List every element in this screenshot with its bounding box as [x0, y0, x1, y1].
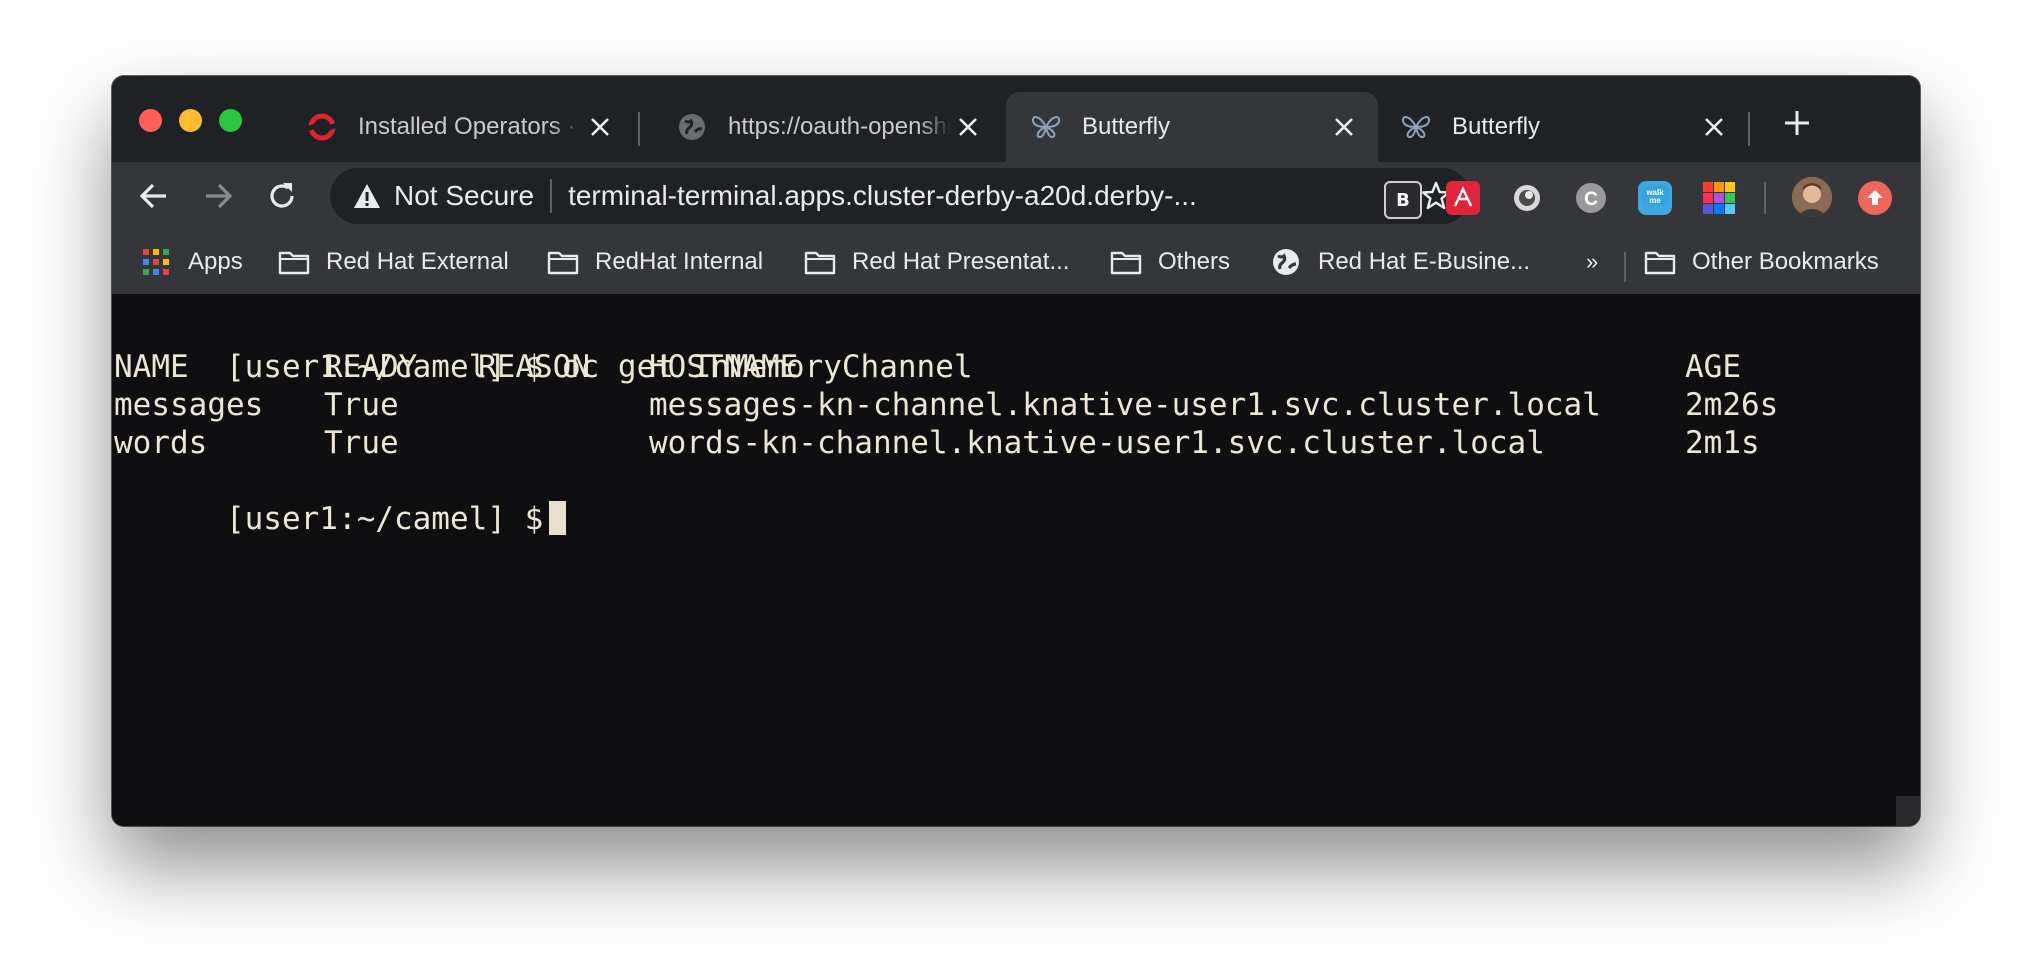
bookmarks-separator	[1624, 252, 1626, 282]
table-header-row: NAME READY REASON HOSTNAME AGE	[114, 348, 1894, 386]
tab-separator	[1748, 112, 1750, 146]
warning-icon	[352, 181, 382, 211]
cell-name: messages	[114, 387, 264, 423]
bookmark-label: Red Hat Presentat...	[852, 248, 1070, 275]
bookmark-label: Other Bookmarks	[1692, 248, 1879, 275]
c-extension-icon[interactable]: C	[1574, 181, 1608, 215]
address-bar[interactable]: Not Secure terminal-terminal.apps.cluste…	[330, 168, 1470, 224]
tab-separator	[638, 112, 640, 146]
globe-icon	[1270, 248, 1302, 276]
tab-title: Butterfly	[1452, 113, 1541, 140]
toolbar-separator	[1764, 182, 1766, 214]
arrow-right-icon	[206, 183, 233, 209]
url-text[interactable]: terminal-terminal.apps.cluster-derby-a20…	[568, 180, 1278, 212]
column-header-name: NAME	[114, 349, 189, 385]
terminal-input-line[interactable]: [user1:~/camel] $	[114, 462, 567, 537]
cell-name: words	[114, 425, 208, 461]
bookmark-folder[interactable]: Red Hat Presentat...	[804, 242, 1069, 282]
reload-button[interactable]	[258, 172, 306, 220]
tab-title: Butterfly	[1082, 113, 1171, 140]
security-label[interactable]: Not Secure	[394, 180, 534, 212]
globe-icon	[676, 111, 708, 143]
terminal-area[interactable]: [user1:~/camel] $ oc get InMemoryChannel…	[112, 294, 1920, 826]
close-tab-icon[interactable]	[1698, 111, 1730, 143]
back-button[interactable]	[130, 172, 178, 220]
tab-installed-operators[interactable]: Installed Operators · Red Hat OpenShift	[282, 92, 634, 162]
bookmark-apps[interactable]: Apps	[140, 242, 243, 282]
maximize-window-button[interactable]	[219, 109, 242, 132]
tab-title: https://oauth-openshift	[728, 113, 952, 140]
forward-button[interactable]	[194, 172, 242, 220]
new-tab-button[interactable]	[1772, 100, 1822, 150]
plus-icon	[1783, 109, 1811, 142]
folder-icon	[547, 248, 579, 276]
browser-window: Installed Operators · Red Hat OpenShift …	[112, 76, 1920, 826]
round-extension-icon[interactable]	[1510, 181, 1544, 215]
terminal-command-line: [user1:~/camel] $ oc get InMemoryChannel	[114, 310, 973, 385]
bookmark-folder[interactable]: Others	[1110, 242, 1230, 282]
bookmark-label: RedHat Internal	[595, 248, 764, 275]
colorful-grid-icon[interactable]	[1702, 181, 1736, 215]
folder-icon	[804, 248, 836, 276]
bookmark-label: Red Hat E-Busine...	[1318, 248, 1531, 275]
folder-icon	[1644, 248, 1676, 276]
cell-ready: True	[324, 425, 399, 461]
bookmarks-bar: Apps Red Hat External RedHat Internal Re…	[112, 230, 1920, 295]
bookmark-folder[interactable]: Red Hat External	[278, 242, 509, 282]
folder-icon	[1110, 248, 1142, 276]
svg-text:C: C	[1584, 189, 1598, 210]
scrollbar-corner	[1896, 796, 1920, 826]
column-header-ready: READY	[324, 349, 418, 385]
svg-text:me: me	[1649, 196, 1661, 205]
bookmark-extension-icon[interactable]: B	[1384, 181, 1422, 219]
cell-age: 2m1s	[1685, 425, 1760, 461]
arrow-left-icon	[139, 183, 166, 209]
tab-butterfly-active[interactable]: Butterfly	[1006, 92, 1378, 162]
table-row: messages True messages-kn-channel.knativ…	[114, 386, 1894, 424]
cell-hostname: messages-kn-channel.knative-user1.svc.cl…	[649, 387, 1601, 423]
profile-avatar[interactable]	[1792, 177, 1832, 217]
openshift-logo-icon	[306, 111, 338, 143]
walkme-icon[interactable]: walk me	[1638, 181, 1672, 215]
overflow-label: »	[1586, 249, 1599, 274]
cell-hostname: words-kn-channel.knative-user1.svc.clust…	[649, 425, 1545, 461]
terminal-prompt: [user1:~/camel] $	[225, 501, 544, 537]
close-tab-icon[interactable]	[584, 111, 616, 143]
cell-ready: True	[324, 387, 399, 423]
folder-icon	[278, 248, 310, 276]
apps-grid-icon	[140, 248, 172, 276]
close-tab-icon[interactable]	[952, 111, 984, 143]
tab-strip: Installed Operators · Red Hat OpenShift …	[112, 76, 1920, 162]
terminal-cursor	[549, 501, 567, 535]
tab-oauth[interactable]: https://oauth-openshift	[652, 92, 1002, 162]
minimize-window-button[interactable]	[179, 109, 202, 132]
reload-icon	[270, 183, 294, 208]
bookmark-label: Apps	[188, 248, 243, 275]
update-icon[interactable]	[1858, 181, 1892, 215]
tab-butterfly[interactable]: Butterfly	[1376, 92, 1748, 162]
bookmarks-overflow-button[interactable]: »	[1586, 242, 1598, 282]
bookmark-other[interactable]: Other Bookmarks	[1644, 242, 1879, 282]
acrobat-icon[interactable]	[1446, 181, 1480, 215]
table-row: words True words-kn-channel.knative-user…	[114, 424, 1894, 462]
omnibox-divider	[550, 179, 553, 213]
close-tab-icon[interactable]	[1328, 111, 1360, 143]
bookmark-folder[interactable]: RedHat Internal	[547, 242, 763, 282]
butterfly-icon	[1400, 111, 1432, 143]
tab-title: Installed Operators · Red Hat OpenShift	[358, 113, 584, 140]
butterfly-icon	[1030, 111, 1062, 143]
browser-toolbar: Not Secure terminal-terminal.apps.cluste…	[112, 162, 1920, 230]
cell-age: 2m26s	[1685, 387, 1779, 423]
bookmark-label: Others	[1158, 248, 1231, 275]
bookmark-label: Red Hat External	[326, 248, 509, 275]
column-header-age: AGE	[1685, 349, 1741, 385]
column-header-reason: REASON	[478, 349, 590, 385]
column-header-hostname: HOSTNAME	[649, 349, 799, 385]
bookmark-link[interactable]: Red Hat E-Busine...	[1270, 242, 1530, 282]
close-window-button[interactable]	[139, 109, 162, 132]
